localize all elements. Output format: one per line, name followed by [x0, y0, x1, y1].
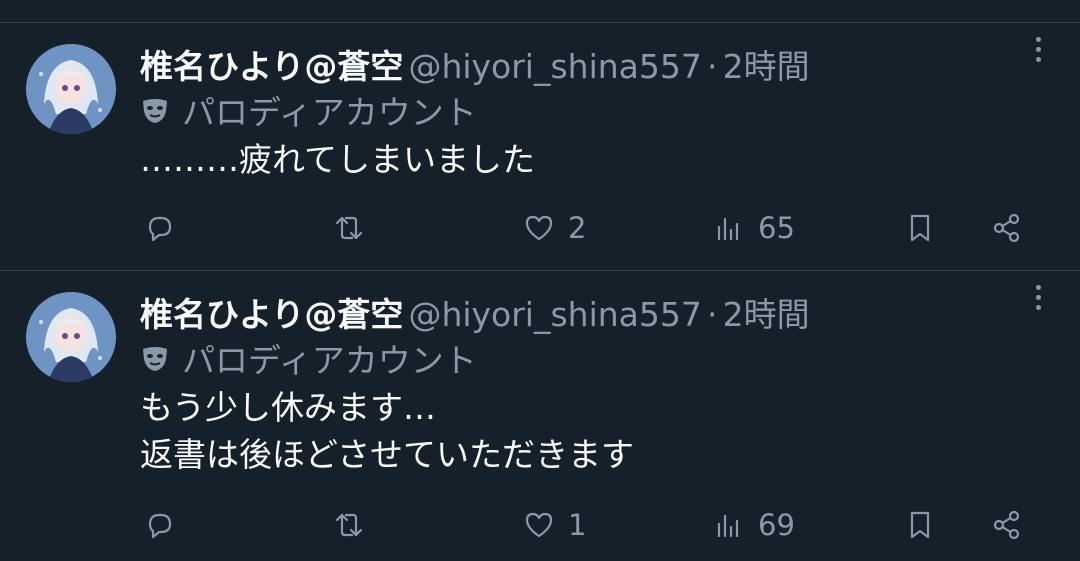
display-name[interactable]: 椎名ひより@蒼空: [140, 295, 403, 334]
like-button[interactable]: 1: [522, 505, 586, 545]
tweet-text-line: ………疲れてしまいました: [140, 140, 536, 179]
account-label: パロディアカウント: [182, 93, 477, 132]
tweet-header: 椎名ひより@蒼空 @hiyori_shina557 · 2時間: [140, 288, 810, 338]
reply-icon: [148, 513, 172, 539]
more-icon[interactable]: [1030, 282, 1046, 318]
views-button[interactable]: 69: [712, 505, 795, 545]
retweet-button[interactable]: [332, 505, 366, 545]
retweet-icon: [335, 216, 363, 240]
parody-label: パロディアカウント: [140, 334, 477, 380]
like-icon: [525, 215, 553, 241]
bookmark-icon: [910, 511, 930, 539]
timestamp[interactable]: 2時間: [723, 295, 810, 334]
like-count: 2: [568, 211, 587, 245]
tweet-text-line: 返書は後ほどさせていただきます: [140, 435, 635, 474]
bookmark-button[interactable]: [903, 505, 937, 545]
reply-button[interactable]: [142, 208, 176, 248]
share-icon: [993, 213, 1020, 243]
separator: ·: [706, 47, 718, 86]
separator: ·: [706, 295, 718, 334]
handle[interactable]: @hiyori_shina557: [408, 295, 701, 334]
reply-button[interactable]: [142, 505, 176, 545]
view-count: 65: [758, 211, 795, 245]
parody-mask-icon: [143, 99, 167, 123]
bookmark-icon: [910, 214, 930, 242]
reply-icon: [148, 216, 172, 242]
share-button[interactable]: [990, 208, 1024, 248]
avatar[interactable]: [26, 44, 116, 134]
view-count: 69: [758, 508, 795, 542]
tweet-text: もう少し休みます… 返書は後ほどさせていただきます: [140, 386, 634, 476]
tweet-text: ………疲れてしまいました: [140, 138, 535, 181]
like-count: 1: [568, 508, 587, 542]
retweet-icon: [335, 513, 363, 537]
like-icon: [525, 512, 553, 538]
timestamp[interactable]: 2時間: [723, 47, 810, 86]
share-button[interactable]: [990, 505, 1024, 545]
tweet[interactable]: 椎名ひより@蒼空 @hiyori_shina557 · 2時間 パロディアカウン…: [0, 22, 1080, 270]
like-button[interactable]: 2: [522, 208, 586, 248]
views-icon: [717, 217, 739, 241]
more-icon[interactable]: [1030, 34, 1046, 70]
parody-label: パロディアカウント: [140, 86, 477, 132]
share-icon: [993, 510, 1020, 540]
account-label: パロディアカウント: [182, 341, 477, 380]
tweet-actions: 2 65: [0, 208, 1080, 248]
avatar[interactable]: [26, 292, 116, 382]
tweet-header: 椎名ひより@蒼空 @hiyori_shina557 · 2時間: [140, 40, 810, 90]
tweet-actions: 1 69: [0, 505, 1080, 545]
tweet[interactable]: 椎名ひより@蒼空 @hiyori_shina557 · 2時間 パロディアカウン…: [0, 270, 1080, 561]
handle[interactable]: @hiyori_shina557: [408, 47, 701, 86]
retweet-button[interactable]: [332, 208, 366, 248]
bookmark-button[interactable]: [903, 208, 937, 248]
display-name[interactable]: 椎名ひより@蒼空: [140, 47, 403, 86]
views-icon: [717, 514, 739, 538]
tweet-text-line: もう少し休みます…: [140, 388, 437, 427]
parody-mask-icon: [143, 347, 167, 371]
views-button[interactable]: 65: [712, 208, 795, 248]
